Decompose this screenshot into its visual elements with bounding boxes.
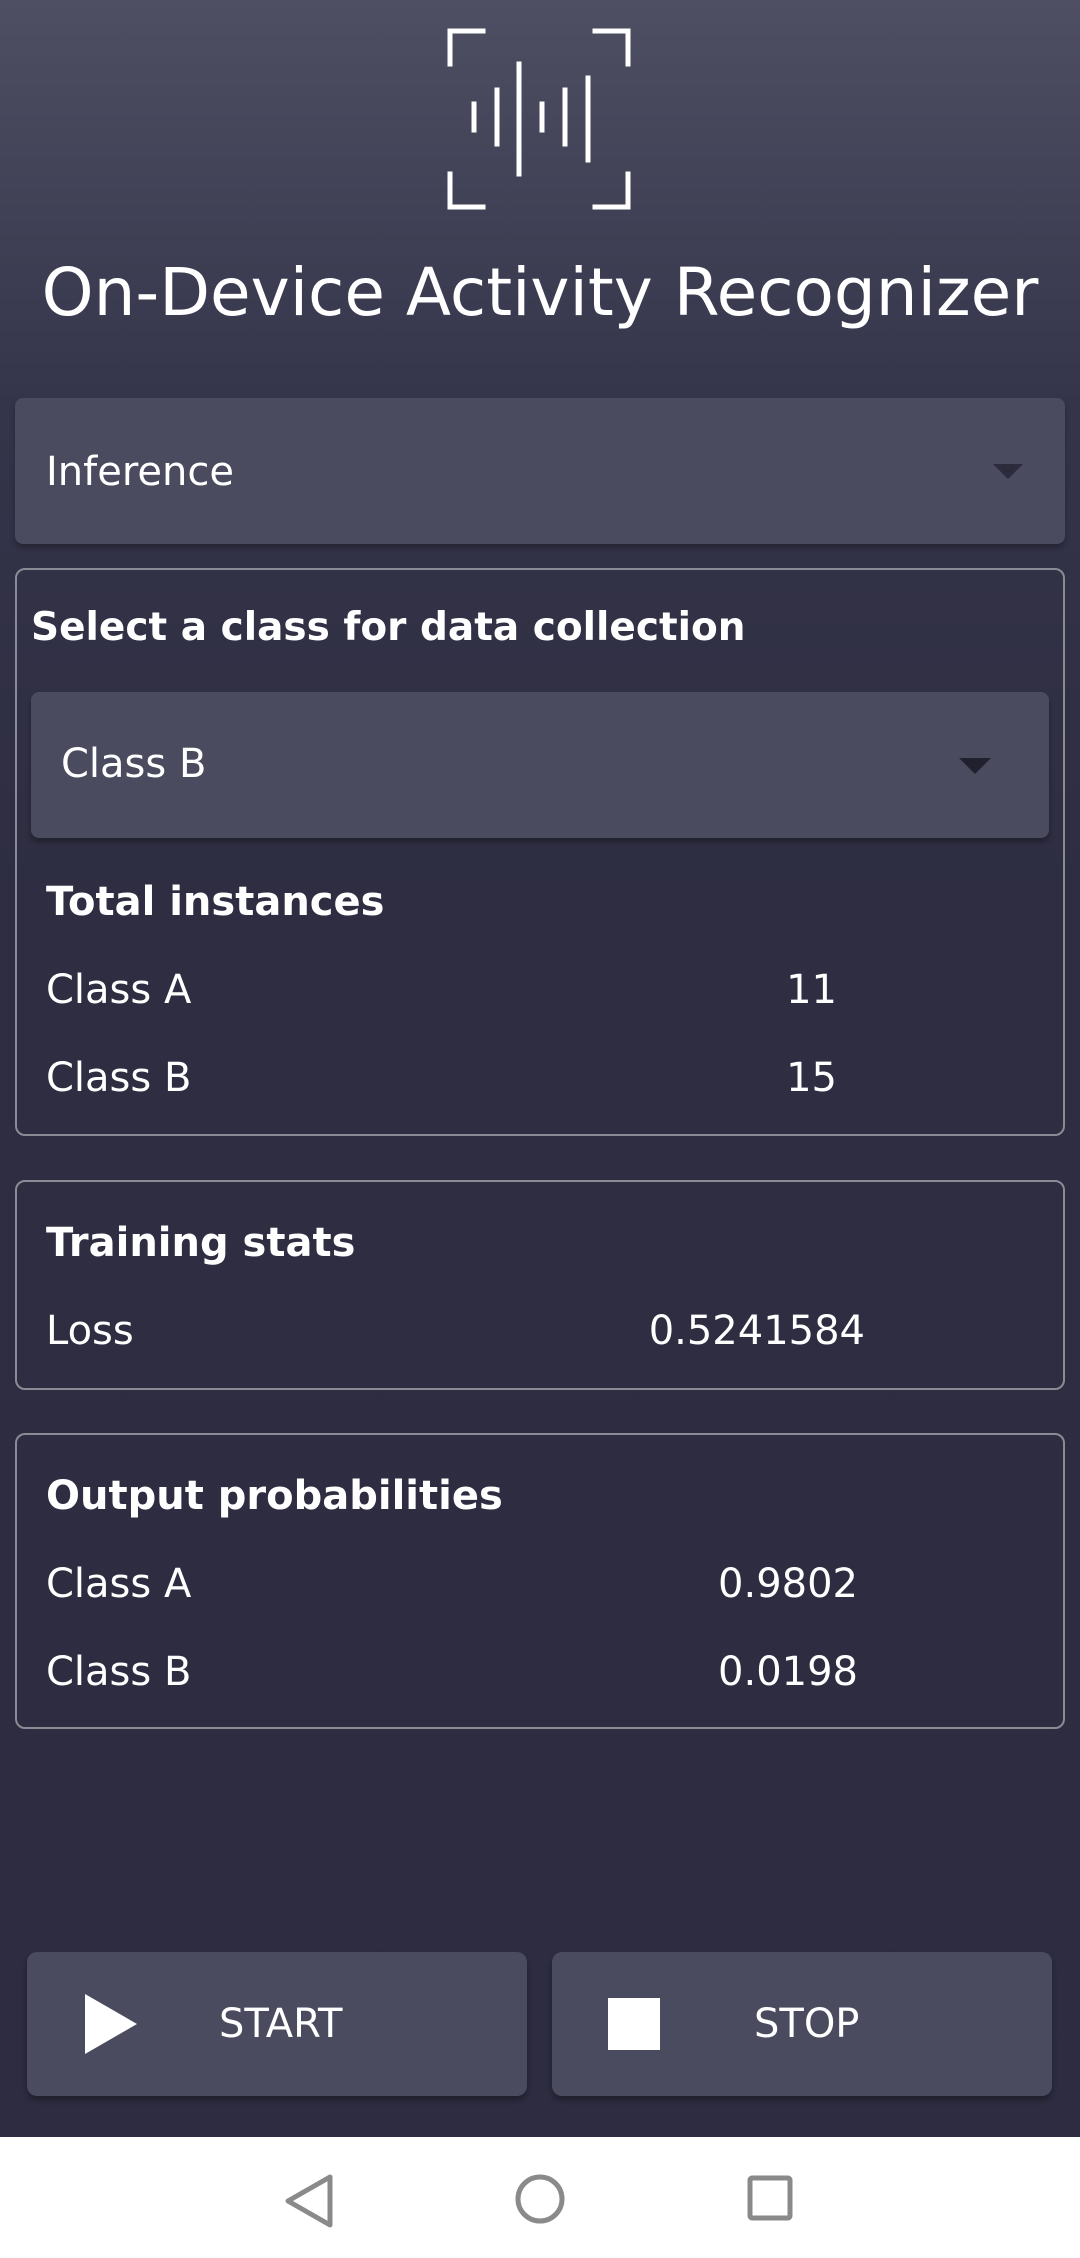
probability-class-b-label: Class B	[46, 1649, 192, 1695]
training-stats-card	[15, 1180, 1065, 1390]
mode-dropdown[interactable]: Inference	[15, 398, 1065, 544]
start-button-label: START	[219, 2001, 343, 2047]
dropdown-caret-icon	[993, 464, 1023, 479]
instances-class-b-value: 15	[786, 1055, 837, 1101]
training-stats-heading: Training stats	[46, 1220, 356, 1266]
output-probabilities-heading: Output probabilities	[46, 1473, 503, 1519]
loss-label: Loss	[46, 1308, 134, 1354]
recents-square-icon[interactable]	[746, 2174, 794, 2222]
system-navigation-bar	[0, 2137, 1080, 2258]
instances-class-a-label: Class A	[46, 967, 192, 1013]
total-instances-heading: Total instances	[46, 879, 385, 925]
stop-button-label: STOP	[754, 2001, 860, 2047]
back-triangle-icon[interactable]	[282, 2173, 342, 2229]
stop-icon	[608, 1998, 660, 2050]
play-icon	[83, 1992, 139, 2060]
mode-dropdown-value: Inference	[46, 449, 234, 495]
probability-class-a-value: 0.9802	[718, 1561, 858, 1607]
app-title: On-Device Activity Recognizer	[41, 254, 1039, 331]
audio-wave-frame-icon	[447, 28, 631, 210]
instances-class-a-value: 11	[786, 967, 837, 1013]
loss-value: 0.5241584	[648, 1308, 865, 1354]
dropdown-caret-icon	[959, 758, 991, 774]
class-dropdown-value: Class B	[61, 741, 207, 787]
data-collection-heading: Select a class for data collection	[31, 605, 746, 650]
probability-class-b-value: 0.0198	[718, 1649, 858, 1695]
probability-class-a-label: Class A	[46, 1561, 192, 1607]
home-circle-icon[interactable]	[514, 2173, 566, 2225]
stop-button[interactable]: STOP	[552, 1952, 1052, 2096]
class-dropdown[interactable]: Class B	[31, 692, 1049, 838]
instances-class-b-label: Class B	[46, 1055, 192, 1101]
start-button[interactable]: START	[27, 1952, 527, 2096]
